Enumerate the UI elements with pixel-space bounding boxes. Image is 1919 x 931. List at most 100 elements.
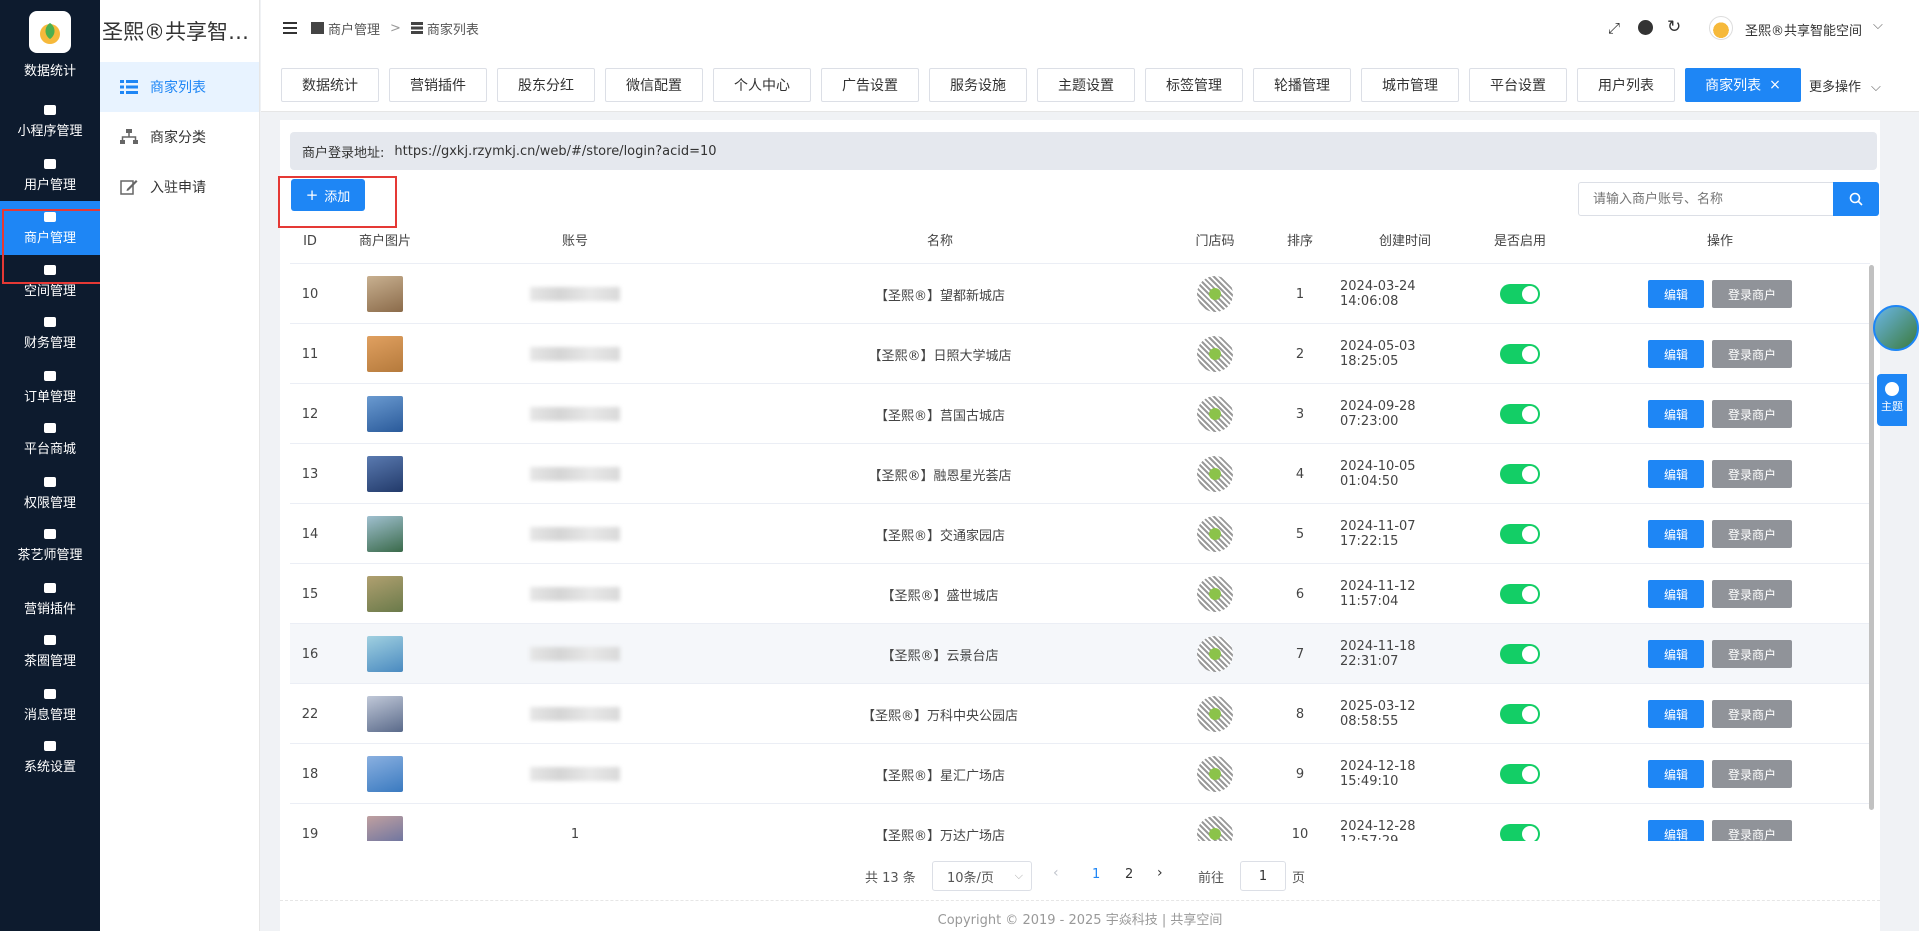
login-merchant-button[interactable]: 登录商户 — [1712, 760, 1792, 788]
tab-10[interactable]: 城市管理 — [1361, 68, 1459, 102]
store-thumbnail[interactable] — [367, 576, 403, 612]
submenu-item-store-category[interactable]: 商家分类 — [100, 112, 259, 162]
edit-button[interactable]: 编辑 — [1648, 760, 1704, 788]
tab-5[interactable]: 广告设置 — [821, 68, 919, 102]
qr-code-icon[interactable] — [1197, 396, 1233, 432]
qr-code-icon[interactable] — [1197, 276, 1233, 312]
table-scrollbar[interactable] — [1869, 265, 1874, 810]
store-thumbnail[interactable] — [367, 636, 403, 672]
more-actions[interactable]: 更多操作 ⌵ — [1809, 76, 1881, 95]
edit-button[interactable]: 编辑 — [1648, 820, 1704, 841]
submenu-item-store-list[interactable]: 商家列表 — [100, 62, 259, 112]
sidebar-item-group[interactable]: 茶圈管理 — [0, 624, 100, 678]
store-thumbnail[interactable] — [367, 816, 403, 841]
sidebar-item-monitor[interactable]: 小程序管理 — [0, 94, 100, 148]
menu-toggle-icon[interactable] — [283, 22, 297, 34]
store-thumbnail[interactable] — [367, 336, 403, 372]
enable-toggle[interactable] — [1500, 284, 1540, 304]
sidebar-item-card[interactable]: 财务管理 — [0, 306, 100, 360]
edit-button[interactable]: 编辑 — [1648, 700, 1704, 728]
sidebar-item-shop[interactable]: 平台商城 — [0, 412, 100, 466]
floating-avatar[interactable] — [1873, 305, 1919, 351]
sidebar-item-plug[interactable]: 营销插件 — [0, 572, 100, 626]
qr-code-icon[interactable] — [1197, 516, 1233, 552]
tab-6[interactable]: 服务设施 — [929, 68, 1027, 102]
sidebar-item-database[interactable]: 权限管理 — [0, 466, 100, 520]
prev-page-icon[interactable]: ‹ — [1053, 865, 1059, 881]
palette-icon[interactable] — [1638, 20, 1653, 35]
page-1[interactable]: 1 — [1092, 867, 1100, 882]
tab-4[interactable]: 个人中心 — [713, 68, 811, 102]
tab-11[interactable]: 平台设置 — [1469, 68, 1567, 102]
chevron-down-icon[interactable]: ⌵ — [1873, 18, 1883, 33]
login-merchant-button[interactable]: 登录商户 — [1712, 460, 1792, 488]
qr-code-icon[interactable] — [1197, 336, 1233, 372]
sidebar-item-gear[interactable]: 系统设置 — [0, 730, 100, 784]
tab-12[interactable]: 用户列表 — [1577, 68, 1675, 102]
sidebar-item-chat[interactable]: 消息管理 — [0, 678, 100, 732]
qr-code-icon[interactable] — [1197, 576, 1233, 612]
store-thumbnail[interactable] — [367, 696, 403, 732]
goto-page-input[interactable]: 1 — [1240, 861, 1286, 891]
edit-button[interactable]: 编辑 — [1648, 640, 1704, 668]
store-thumbnail[interactable] — [367, 456, 403, 492]
login-merchant-button[interactable]: 登录商户 — [1712, 520, 1792, 548]
submenu-item-join-apply[interactable]: 入驻申请 — [100, 162, 259, 212]
edit-button[interactable]: 编辑 — [1648, 460, 1704, 488]
enable-toggle[interactable] — [1500, 704, 1540, 724]
store-thumbnail[interactable] — [367, 396, 403, 432]
sidebar-item-bar-chart[interactable]: 数据统计 — [0, 38, 100, 92]
enable-toggle[interactable] — [1500, 584, 1540, 604]
edit-button[interactable]: 编辑 — [1648, 280, 1704, 308]
login-url[interactable]: https://gxkj.rzymkj.cn/web/#/store/login… — [394, 144, 716, 159]
fullscreen-icon[interactable]: ⤢ — [1608, 21, 1622, 36]
tab-13[interactable]: 商家列表 × — [1685, 68, 1801, 102]
edit-button[interactable]: 编辑 — [1648, 580, 1704, 608]
login-merchant-button[interactable]: 登录商户 — [1712, 280, 1792, 308]
tab-8[interactable]: 标签管理 — [1145, 68, 1243, 102]
login-merchant-button[interactable]: 登录商户 — [1712, 640, 1792, 668]
sidebar-item-clipboard[interactable]: 订单管理 — [0, 360, 100, 414]
enable-toggle[interactable] — [1500, 824, 1540, 841]
login-merchant-button[interactable]: 登录商户 — [1712, 820, 1792, 841]
page-size-select[interactable]: 10条/页 ⌵ — [932, 861, 1032, 891]
enable-toggle[interactable] — [1500, 464, 1540, 484]
sidebar-item-user-gear[interactable]: 茶艺师管理 — [0, 518, 100, 572]
enable-toggle[interactable] — [1500, 344, 1540, 364]
qr-code-icon[interactable] — [1197, 636, 1233, 672]
breadcrumb-item-merchant[interactable]: 商户管理 — [328, 19, 380, 38]
close-icon[interactable]: × — [1769, 77, 1781, 93]
tab-2[interactable]: 股东分红 — [497, 68, 595, 102]
login-merchant-button[interactable]: 登录商户 — [1712, 580, 1792, 608]
page-2[interactable]: 2 — [1125, 867, 1133, 882]
enable-toggle[interactable] — [1500, 404, 1540, 424]
tab-9[interactable]: 轮播管理 — [1253, 68, 1351, 102]
search-button[interactable] — [1833, 182, 1879, 216]
store-thumbnail[interactable] — [367, 276, 403, 312]
qr-code-icon[interactable] — [1197, 756, 1233, 792]
qr-code-icon[interactable] — [1197, 816, 1233, 841]
login-merchant-button[interactable]: 登录商户 — [1712, 340, 1792, 368]
sidebar-item-users[interactable]: 用户管理 — [0, 148, 100, 202]
tab-1[interactable]: 营销插件 — [389, 68, 487, 102]
user-name[interactable]: 圣熙®共享智能空间 — [1745, 20, 1862, 39]
enable-toggle[interactable] — [1500, 764, 1540, 784]
enable-toggle[interactable] — [1500, 524, 1540, 544]
qr-code-icon[interactable] — [1197, 456, 1233, 492]
search-input[interactable] — [1578, 182, 1834, 216]
theme-button[interactable]: 主题 — [1877, 374, 1907, 426]
login-merchant-button[interactable]: 登录商户 — [1712, 400, 1792, 428]
enable-toggle[interactable] — [1500, 644, 1540, 664]
store-thumbnail[interactable] — [367, 516, 403, 552]
edit-button[interactable]: 编辑 — [1648, 520, 1704, 548]
login-merchant-button[interactable]: 登录商户 — [1712, 700, 1792, 728]
refresh-icon[interactable]: ↻ — [1667, 17, 1681, 37]
store-thumbnail[interactable] — [367, 756, 403, 792]
tab-7[interactable]: 主题设置 — [1037, 68, 1135, 102]
user-avatar[interactable] — [1709, 16, 1733, 40]
edit-button[interactable]: 编辑 — [1648, 400, 1704, 428]
tab-3[interactable]: 微信配置 — [605, 68, 703, 102]
next-page-icon[interactable]: › — [1157, 865, 1163, 881]
edit-button[interactable]: 编辑 — [1648, 340, 1704, 368]
tab-0[interactable]: 数据统计 — [281, 68, 379, 102]
